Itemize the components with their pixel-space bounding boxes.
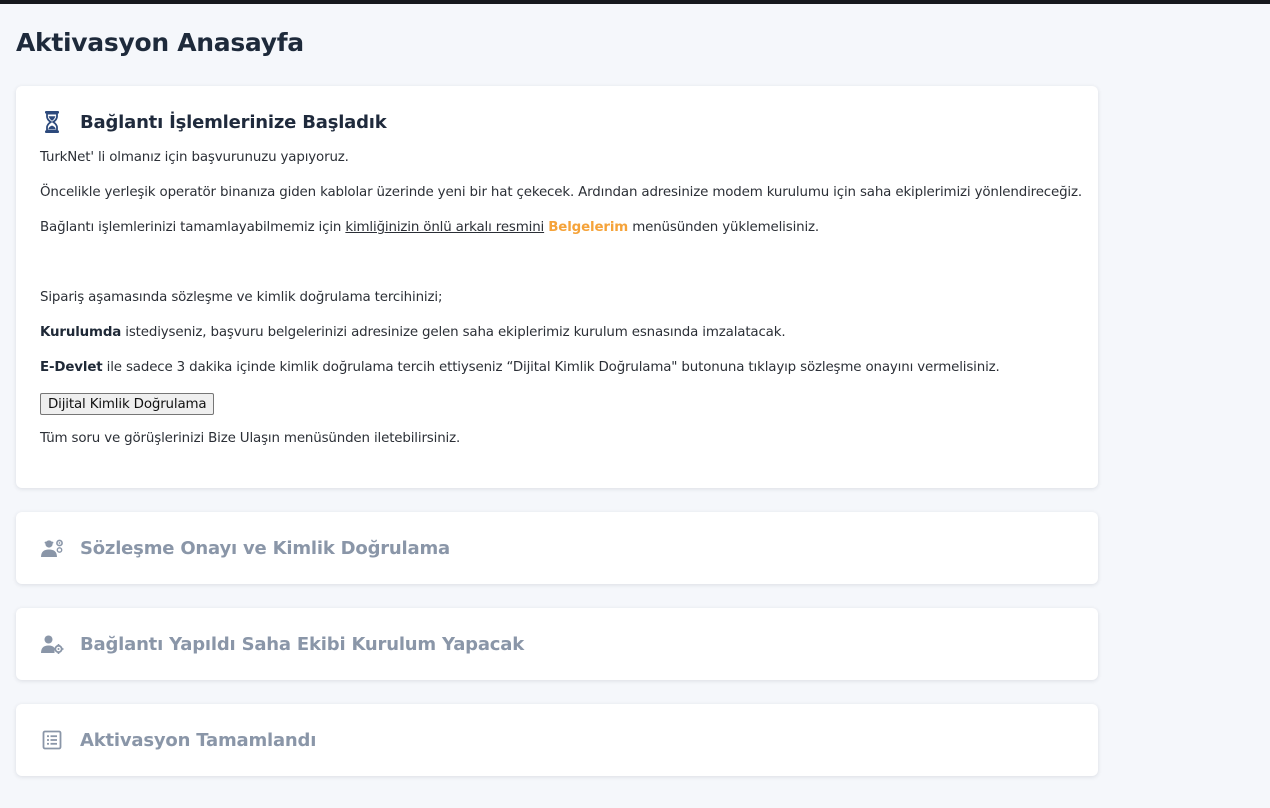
step-header: Bağlantı Yapıldı Saha Ekibi Kurulum Yapa… [40, 630, 524, 658]
hourglass-icon [40, 108, 64, 136]
process-text: Öncelikle yerleşik operatör binanıza gid… [40, 185, 1082, 200]
step-card-activation-complete[interactable]: Aktivasyon Tamamlandı [16, 704, 1098, 776]
step-title: Bağlantı İşlemlerinize Başladık [80, 111, 387, 133]
user-settings-icon [40, 534, 64, 562]
contact-text: Tüm soru ve görüşlerinizi Bize Ulaşın me… [40, 431, 461, 446]
step-header: Sözleşme Onayı ve Kimlik Doğrulama [40, 534, 450, 562]
step-card-contract-approval[interactable]: Sözleşme Onayı ve Kimlik Doğrulama [16, 512, 1098, 584]
checklist-icon [40, 726, 64, 754]
documents-text-prefix: Bağlantı işlemlerinizi tamamlayabilmemiz… [40, 220, 346, 235]
step-title: Aktivasyon Tamamlandı [80, 729, 317, 751]
digital-id-verification-button[interactable]: Dijital Kimlik Doğrulama [40, 393, 215, 415]
installation-option-label: Kurulumda [40, 325, 122, 340]
installation-option-text: Kurulumda istediyseniz, başvuru belgeler… [40, 325, 786, 340]
edevlet-option-desc: ile sadece 3 dakika içinde kimlik doğrul… [102, 360, 1000, 375]
edevlet-option-text: E-Devlet ile sadece 3 dakika içinde kiml… [40, 360, 1000, 375]
id-photo-link[interactable]: kimliğinizin önlü arkalı resmini [345, 220, 544, 235]
step-header: Bağlantı İşlemlerinize Başladık [40, 108, 387, 136]
page-title: Aktivasyon Anasayfa [16, 28, 304, 57]
step-card-connection-started: Bağlantı İşlemlerinize Başladık TurkNet'… [16, 86, 1098, 488]
documents-text-suffix: menüsünden yüklemelisiniz. [628, 220, 820, 235]
user-gear-icon [40, 630, 64, 658]
step-title: Bağlantı Yapıldı Saha Ekibi Kurulum Yapa… [80, 633, 524, 655]
documents-text: Bağlantı işlemlerinizi tamamlayabilmemiz… [40, 220, 819, 235]
installation-option-desc: istediyseniz, başvuru belgelerinizi adre… [121, 325, 786, 340]
preference-text: Sipariş aşamasında sözleşme ve kimlik do… [40, 290, 443, 305]
belgelerim-link[interactable]: Belgelerim [548, 220, 628, 235]
top-bar [0, 0, 1270, 4]
intro-text: TurkNet' li olmanız için başvurunuzu yap… [40, 150, 349, 165]
step-header: Aktivasyon Tamamlandı [40, 726, 316, 754]
step-card-field-installation[interactable]: Bağlantı Yapıldı Saha Ekibi Kurulum Yapa… [16, 608, 1098, 680]
step-title: Sözleşme Onayı ve Kimlik Doğrulama [80, 537, 450, 559]
edevlet-option-label: E-Devlet [40, 360, 103, 375]
